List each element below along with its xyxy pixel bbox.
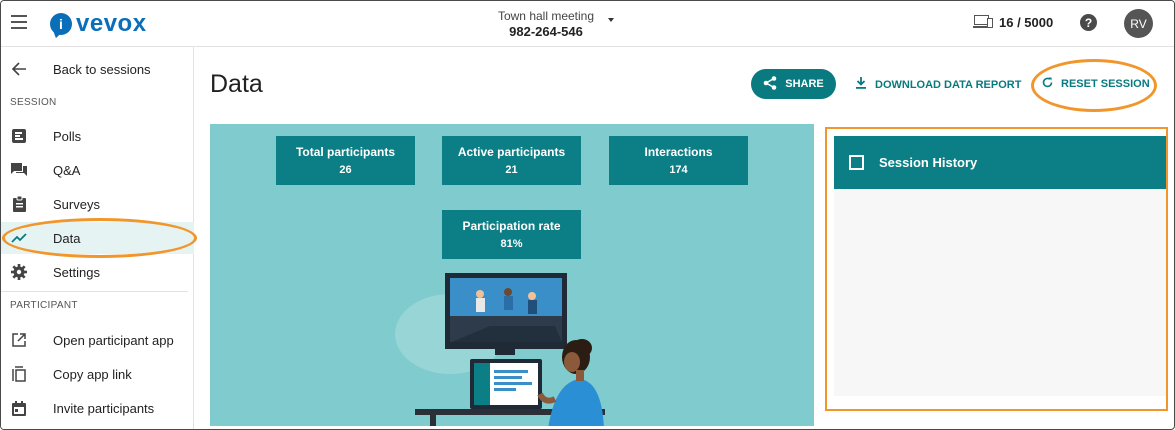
- stat-value: 21: [505, 164, 518, 176]
- back-to-sessions[interactable]: Back to sessions: [1, 53, 194, 85]
- top-bar: i vevox Town hall meeting 982-264-546 16…: [1, 1, 1174, 47]
- data-highlight-oval: [2, 218, 197, 258]
- sidebar-item-surveys[interactable]: Surveys: [1, 188, 194, 220]
- app-window: i vevox Town hall meeting 982-264-546 16…: [0, 0, 1175, 430]
- sidebar-item-label: Surveys: [53, 196, 100, 212]
- logo-text: vevox: [76, 10, 147, 37]
- sidebar-item-label: Open participant app: [53, 332, 174, 348]
- sidebar-item-open-participant-app[interactable]: Open participant app: [1, 324, 194, 356]
- calendar-icon: [11, 400, 27, 416]
- copy-icon: [11, 366, 27, 382]
- sidebar-item-polls[interactable]: Polls: [1, 120, 194, 152]
- stat-value: 26: [339, 164, 352, 176]
- download-data-report-button[interactable]: DOWNLOAD DATA REPORT: [856, 77, 1021, 92]
- meeting-title: Town hall meeting: [497, 9, 595, 23]
- menu-icon[interactable]: [11, 15, 27, 29]
- sidebar-item-label: Polls: [53, 128, 82, 144]
- polls-icon: [11, 128, 27, 144]
- stat-value: 174: [669, 164, 688, 176]
- share-button[interactable]: SHARE: [751, 69, 836, 99]
- download-label: DOWNLOAD DATA REPORT: [875, 78, 1022, 91]
- sidebar-item-copy-app-link[interactable]: Copy app link: [1, 358, 194, 390]
- page-title: Data: [210, 70, 263, 98]
- arrow-left-icon: [11, 61, 27, 77]
- stat-label: Total participants: [295, 145, 396, 159]
- stat-label: Participation rate: [462, 219, 561, 233]
- meeting-code: 982-264-546: [509, 24, 583, 39]
- sidebar-divider: [1, 291, 188, 292]
- logo-mark-icon: i: [50, 13, 72, 35]
- devices-icon: [973, 14, 994, 30]
- participant-section-label: PARTICIPANT: [10, 300, 78, 311]
- download-icon: [856, 77, 866, 92]
- chat-icon: [11, 162, 27, 178]
- gear-icon: [11, 264, 27, 280]
- sidebar-item-label: Q&A: [53, 162, 81, 178]
- stat-participation-rate: Participation rate 81%: [442, 210, 581, 259]
- vevox-logo[interactable]: i vevox: [50, 10, 147, 38]
- sidebar-item-label: Invite participants: [53, 400, 155, 416]
- back-label: Back to sessions: [53, 61, 151, 77]
- data-summary-panel: Total participants 26 Active participant…: [210, 124, 814, 426]
- session-section-label: SESSION: [10, 97, 57, 108]
- sidebar-item-label: Copy app link: [53, 366, 132, 382]
- sidebar-item-invite-participants[interactable]: Invite participants: [1, 392, 194, 424]
- share-icon: [763, 75, 777, 93]
- session-history-highlight: [825, 127, 1168, 411]
- participant-count: 16 / 5000: [973, 14, 1054, 30]
- stat-value: 81%: [500, 238, 523, 250]
- share-label: SHARE: [785, 78, 824, 90]
- stat-label: Active participants: [457, 145, 566, 159]
- sidebar-item-qa[interactable]: Q&A: [1, 154, 194, 186]
- meeting-selector[interactable]: Town hall meeting 982-264-546: [481, 9, 611, 39]
- clipboard-icon: [11, 196, 27, 212]
- stat-active-participants: Active participants 21: [442, 136, 581, 185]
- devices-count: 16 / 5000: [999, 14, 1054, 30]
- stat-interactions: Interactions 174: [609, 136, 748, 185]
- reset-highlight-oval: [1031, 59, 1157, 112]
- stat-label: Interactions: [644, 145, 713, 159]
- help-icon[interactable]: ?: [1080, 14, 1097, 31]
- external-link-icon: [11, 332, 27, 348]
- sidebar-item-settings[interactable]: Settings: [1, 256, 194, 288]
- caret-down-icon[interactable]: [608, 18, 614, 22]
- sidebar-item-label: Settings: [53, 264, 100, 280]
- meeting-illustration: [395, 273, 605, 426]
- stat-total-participants: Total participants 26: [276, 136, 415, 185]
- avatar[interactable]: RV: [1124, 9, 1153, 38]
